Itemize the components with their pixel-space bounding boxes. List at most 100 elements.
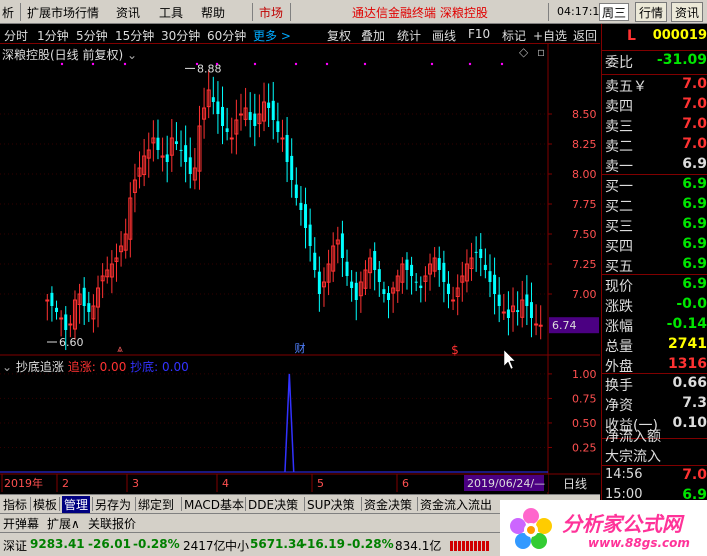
sz-change: -26.01 (88, 537, 131, 551)
quote-panel: L 000019 委比 -31.09 卖五￥ 7.0 卖四 7.0 卖三 7.0 卖二 7.0… (601, 24, 707, 532)
sz-value: 9283.41 (30, 537, 85, 551)
sell-row-label: 卖一 (605, 159, 633, 175)
tab-extension[interactable]: 关联报价 (88, 515, 136, 532)
sell-row: 卖四 7.0 (605, 96, 707, 116)
y-tick-label: 0.25 (572, 441, 597, 454)
menu-market[interactable]: 市场 (259, 4, 283, 21)
tool-add-watch[interactable]: +自选 (533, 27, 567, 44)
buy-row-value: 6.9 (682, 176, 707, 192)
menu-separator (20, 3, 21, 21)
tool-stats[interactable]: 统计 (397, 27, 421, 44)
indicator-title: ⌄ 抄底追涨 追涨: 0.00 抄底: 0.00 (2, 360, 189, 374)
candle-body (442, 262, 446, 282)
stat2-row-value: 0.66 (672, 375, 707, 391)
menu-help[interactable]: 帮助 (201, 4, 225, 21)
candle-body (290, 155, 294, 180)
stat-row-value: 1316 (668, 356, 707, 372)
candle-body (437, 258, 441, 270)
candle-body (506, 309, 510, 318)
flow-row-2: 大宗流入 (605, 446, 707, 466)
menu-info[interactable]: 资讯 (116, 4, 140, 21)
candle-body (340, 233, 344, 258)
sell-row-value: 7.0 (682, 116, 707, 132)
tab-extension[interactable]: 扩展∧ (47, 515, 80, 532)
event-dot (215, 62, 219, 66)
stat2-row: 净资 7.3 (605, 395, 707, 415)
candle-body (68, 323, 73, 326)
period-more[interactable]: 更多 > (253, 27, 291, 44)
period-30min[interactable]: 30分钟 (161, 27, 200, 44)
buy-row-label: 买二 (605, 199, 633, 215)
period-15min[interactable]: 15分钟 (115, 27, 154, 44)
candle-body (534, 323, 539, 326)
quote-code-row: L 000019 (605, 28, 707, 48)
tool-fuquan[interactable]: 复权 (327, 27, 351, 44)
tab-separator (181, 497, 182, 511)
menu-extended-market[interactable]: 扩展市场行情 (27, 4, 99, 21)
buy-row-value: 6.9 (682, 216, 707, 232)
sz-label: 深证 (3, 539, 28, 553)
tool-back[interactable]: 返回 (573, 27, 597, 44)
sz-pct: -0.28% (133, 537, 180, 551)
sell-row: 卖一 6.9 (605, 156, 707, 176)
chart-canvas[interactable]: 7.007.257.507.758.008.258.508.886.60⩓ 财 $6… (0, 24, 600, 494)
candle-body (373, 251, 377, 270)
candle-body (410, 264, 414, 276)
candle-body (488, 271, 492, 282)
period-60min[interactable]: 60分钟 (207, 27, 246, 44)
candle-body (229, 137, 234, 140)
stat-row-label: 现价 (605, 279, 633, 295)
period-timeshare[interactable]: 分时 (4, 27, 28, 44)
tab-indicator[interactable]: 管理 (62, 496, 91, 513)
candle-body (248, 112, 252, 120)
expand-icon[interactable]: ▫ (537, 45, 545, 59)
sell-row: 卖三 7.0 (605, 116, 707, 136)
tab-indicator[interactable]: 另存为 (95, 496, 131, 513)
flow-label: 净流入额 (605, 429, 661, 445)
tab-indicator[interactable]: MACD基本 (184, 496, 244, 513)
mouse-cursor-icon (503, 349, 516, 370)
tab-separator (135, 497, 136, 511)
tab-indicator[interactable]: 资金决策 (364, 496, 412, 513)
zx-pct: -0.28% (347, 537, 394, 551)
chevron-down-icon[interactable]: ⌄ (127, 48, 137, 62)
chevron-down-icon[interactable]: ⌄ (2, 360, 12, 374)
period-1min[interactable]: 1分钟 (37, 27, 69, 44)
tab-indicator[interactable]: 资金流入流出 (420, 496, 492, 513)
menu-tools[interactable]: 工具 (159, 4, 183, 21)
buy-row-label: 买三 (605, 219, 633, 235)
divider (602, 465, 707, 466)
logo-url: www.88gs.com (588, 536, 690, 550)
tab-indicator[interactable]: 模板 (33, 496, 57, 513)
tab-extension[interactable]: 开弹幕 (3, 515, 39, 532)
tab-indicator[interactable]: 绑定到 (138, 496, 174, 513)
candle-body (64, 314, 68, 330)
watermark-logo: 分析家公式网 www.88gs.com (500, 500, 707, 556)
tool-mark[interactable]: 标记 (502, 27, 526, 44)
menu-analysis[interactable]: 析 (2, 4, 14, 21)
quote-button[interactable]: 行情 (635, 2, 668, 22)
tool-draw[interactable]: 画线 (432, 27, 456, 44)
sell-row-label: 卖五￥ (605, 79, 647, 95)
tab-indicator[interactable]: 指标 (3, 496, 27, 513)
candle-body (294, 184, 298, 198)
chart-title: 深粮控股(日线 前复权) ⌄ (2, 46, 137, 63)
stat2-row: 换手 0.66 (605, 375, 707, 395)
tab-indicator[interactable]: SUP决策 (307, 496, 355, 513)
sell-row-label: 卖二 (605, 139, 633, 155)
candle-body (525, 294, 529, 306)
stat-row: 现价 6.9 (605, 276, 707, 296)
stat2-row-value: 7.3 (682, 395, 707, 411)
diamond-icon[interactable]: ◇ (519, 45, 528, 59)
candle-body (350, 281, 354, 288)
indicator-s2-label: 抄底 (130, 360, 155, 374)
tool-overlay[interactable]: 叠加 (361, 27, 385, 44)
candle-body (55, 307, 59, 312)
info-button[interactable]: 资讯 (671, 2, 704, 22)
tab-indicator[interactable]: DDE决策 (248, 496, 298, 513)
candle-body (497, 294, 501, 306)
chart-area[interactable]: 7.00 7.25 7.50 7.75 8.00 8.25 8.50 8.88 6.60 ⩓ 财 $6… (0, 24, 600, 494)
indicator-name: 抄底追涨 (15, 360, 64, 374)
period-5min[interactable]: 5分钟 (76, 27, 108, 44)
tool-f10[interactable]: F10 (468, 27, 490, 41)
